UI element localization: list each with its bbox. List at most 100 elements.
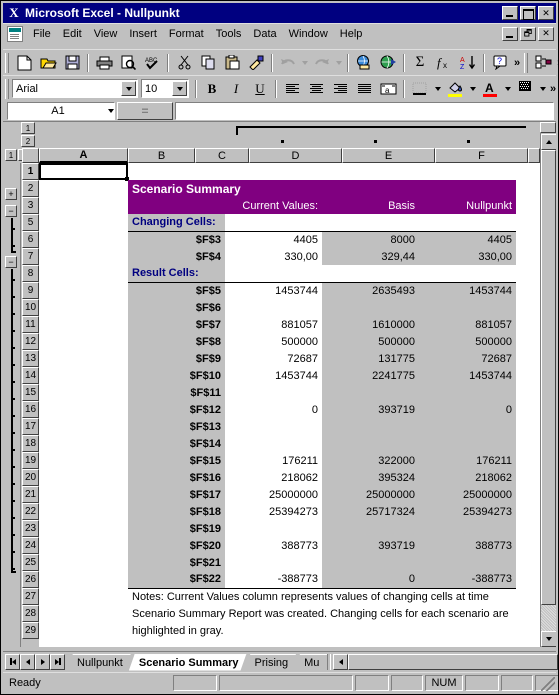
report-row-nullpunkt-value[interactable] (419, 554, 516, 571)
report-row-basis-value[interactable] (322, 299, 419, 316)
underline-button[interactable]: U (248, 78, 272, 100)
bold-button[interactable]: B (200, 78, 224, 100)
report-row-nullpunkt-value[interactable]: 0 (419, 401, 516, 418)
row-header-10[interactable]: 10 (22, 299, 39, 316)
close-button[interactable]: ✕ (538, 6, 554, 20)
menu-help[interactable]: Help (334, 26, 369, 42)
vertical-scroll-thumb[interactable] (541, 150, 556, 605)
insert-hyperlink-icon[interactable] (352, 52, 376, 74)
outline-row-dot[interactable] (13, 568, 15, 570)
outline-row-dot[interactable] (13, 228, 15, 230)
column-outline-level-1[interactable]: 1 (21, 122, 35, 134)
borders-icon[interactable] (408, 78, 432, 100)
column-header-b[interactable]: B (128, 148, 195, 163)
previous-sheet-button[interactable] (20, 653, 35, 670)
report-row-basis-value[interactable]: 329,44 (322, 248, 419, 265)
report-row-nullpunkt-value[interactable] (419, 384, 516, 401)
font-size-combo[interactable]: 10 (141, 79, 189, 98)
report-row-cell-ref[interactable]: $F$14 (128, 435, 225, 452)
menu-view[interactable]: View (88, 26, 124, 42)
report-row-cell-ref[interactable]: $F$22 (128, 571, 225, 589)
report-row-nullpunkt-value[interactable]: -388773 (419, 571, 516, 589)
report-row-current-value[interactable] (225, 299, 322, 316)
column-header-e[interactable]: E (342, 148, 435, 163)
row-header-25[interactable]: 25 (22, 554, 39, 571)
paste-icon[interactable] (220, 52, 244, 74)
report-row-nullpunkt-value[interactable]: 388773 (419, 537, 516, 554)
report-row-basis-value[interactable]: 25717324 (322, 503, 419, 520)
menu-file[interactable]: File (27, 26, 57, 42)
document-minimize-button[interactable] (502, 26, 518, 41)
outline-row-dot[interactable] (13, 364, 15, 366)
report-row-cell-ref[interactable]: $F$13 (128, 418, 225, 435)
next-sheet-button[interactable] (35, 653, 50, 670)
report-row-nullpunkt-value[interactable] (419, 418, 516, 435)
row-header-7[interactable]: 7 (22, 248, 39, 265)
row-header-29[interactable]: 29 (22, 622, 39, 639)
print-icon[interactable] (92, 52, 116, 74)
pattern-icon[interactable] (513, 79, 537, 99)
report-row-cell-ref[interactable]: $F$6 (128, 299, 225, 316)
outline-row-dot[interactable] (13, 279, 15, 281)
report-row-current-value[interactable]: 0 (225, 401, 322, 418)
more-buttons-icon-3[interactable]: » (548, 83, 558, 95)
row-header-3[interactable]: 3 (22, 197, 39, 214)
outline-row-dot[interactable] (13, 517, 15, 519)
merge-and-center-icon[interactable]: a (376, 78, 400, 100)
outline-row-dot[interactable] (13, 330, 15, 332)
copy-icon[interactable] (196, 52, 220, 74)
report-row-basis-value[interactable]: 2241775 (322, 367, 419, 384)
toolbar-grip-3[interactable] (5, 78, 9, 99)
report-row-nullpunkt-value[interactable]: 881057 (419, 316, 516, 333)
outline-row-dot[interactable] (13, 415, 15, 417)
report-row-basis-value[interactable]: 393719 (322, 401, 419, 418)
row-header-2[interactable]: 2 (22, 180, 39, 197)
row-header-19[interactable]: 19 (22, 452, 39, 469)
report-row-basis-value[interactable] (322, 384, 419, 401)
menu-format[interactable]: Format (163, 26, 210, 42)
borders-dropdown-icon[interactable] (432, 78, 443, 100)
column-outline-dot[interactable] (467, 140, 470, 143)
report-row-basis-value[interactable]: 2635493 (322, 281, 419, 299)
outline-collapse-button-1[interactable]: − (5, 205, 17, 217)
workbook-icon[interactable] (7, 25, 23, 42)
minimize-button[interactable] (502, 6, 518, 20)
menu-window[interactable]: Window (283, 26, 334, 42)
row-header-23[interactable]: 23 (22, 520, 39, 537)
report-row-cell-ref[interactable]: $F$9 (128, 350, 225, 367)
report-row-current-value[interactable] (225, 554, 322, 571)
column-header-a[interactable]: A (39, 148, 128, 163)
report-row-nullpunkt-value[interactable]: 1453744 (419, 281, 516, 299)
redo-icon[interactable] (310, 52, 334, 74)
sheet-tab-mu[interactable]: Mu (294, 654, 327, 671)
report-row-nullpunkt-value[interactable]: 500000 (419, 333, 516, 350)
name-box[interactable]: A1 (7, 102, 115, 120)
pivot-table-icon[interactable] (531, 52, 555, 74)
report-row-current-value[interactable]: 4405 (225, 230, 322, 248)
scroll-down-button[interactable] (541, 631, 556, 647)
row-header-14[interactable]: 14 (22, 367, 39, 384)
outline-row-dot[interactable] (13, 483, 15, 485)
outline-row-dot[interactable] (13, 449, 15, 451)
align-left-icon[interactable] (280, 78, 304, 100)
report-row-cell-ref[interactable]: $F$3 (128, 230, 225, 248)
report-row-basis-value[interactable]: 322000 (322, 452, 419, 469)
more-buttons-icon-2[interactable]: » (555, 57, 558, 69)
toolbar-grip-2[interactable] (524, 52, 529, 73)
column-header-c[interactable]: C (195, 148, 249, 163)
report-row-current-value[interactable] (225, 384, 322, 401)
row-header-18[interactable]: 18 (22, 435, 39, 452)
row-header-8[interactable]: 8 (22, 265, 39, 282)
report-row-cell-ref[interactable]: $F$7 (128, 316, 225, 333)
vertical-scrollbar[interactable] (540, 122, 556, 647)
sheet-tab-prising[interactable]: Prising (245, 654, 297, 671)
document-close-button[interactable]: ✕ (538, 26, 554, 41)
outline-row-dot[interactable] (13, 381, 15, 383)
report-row-cell-ref[interactable]: $F$18 (128, 503, 225, 520)
horizontal-scroll-thumb[interactable] (348, 653, 558, 670)
report-row-current-value[interactable] (225, 418, 322, 435)
sheet-tab-scenario-summary[interactable]: Scenario Summary (129, 654, 247, 671)
column-header-f[interactable]: F (435, 148, 528, 163)
report-row-nullpunkt-value[interactable] (419, 520, 516, 537)
column-header-partial[interactable] (528, 148, 540, 163)
